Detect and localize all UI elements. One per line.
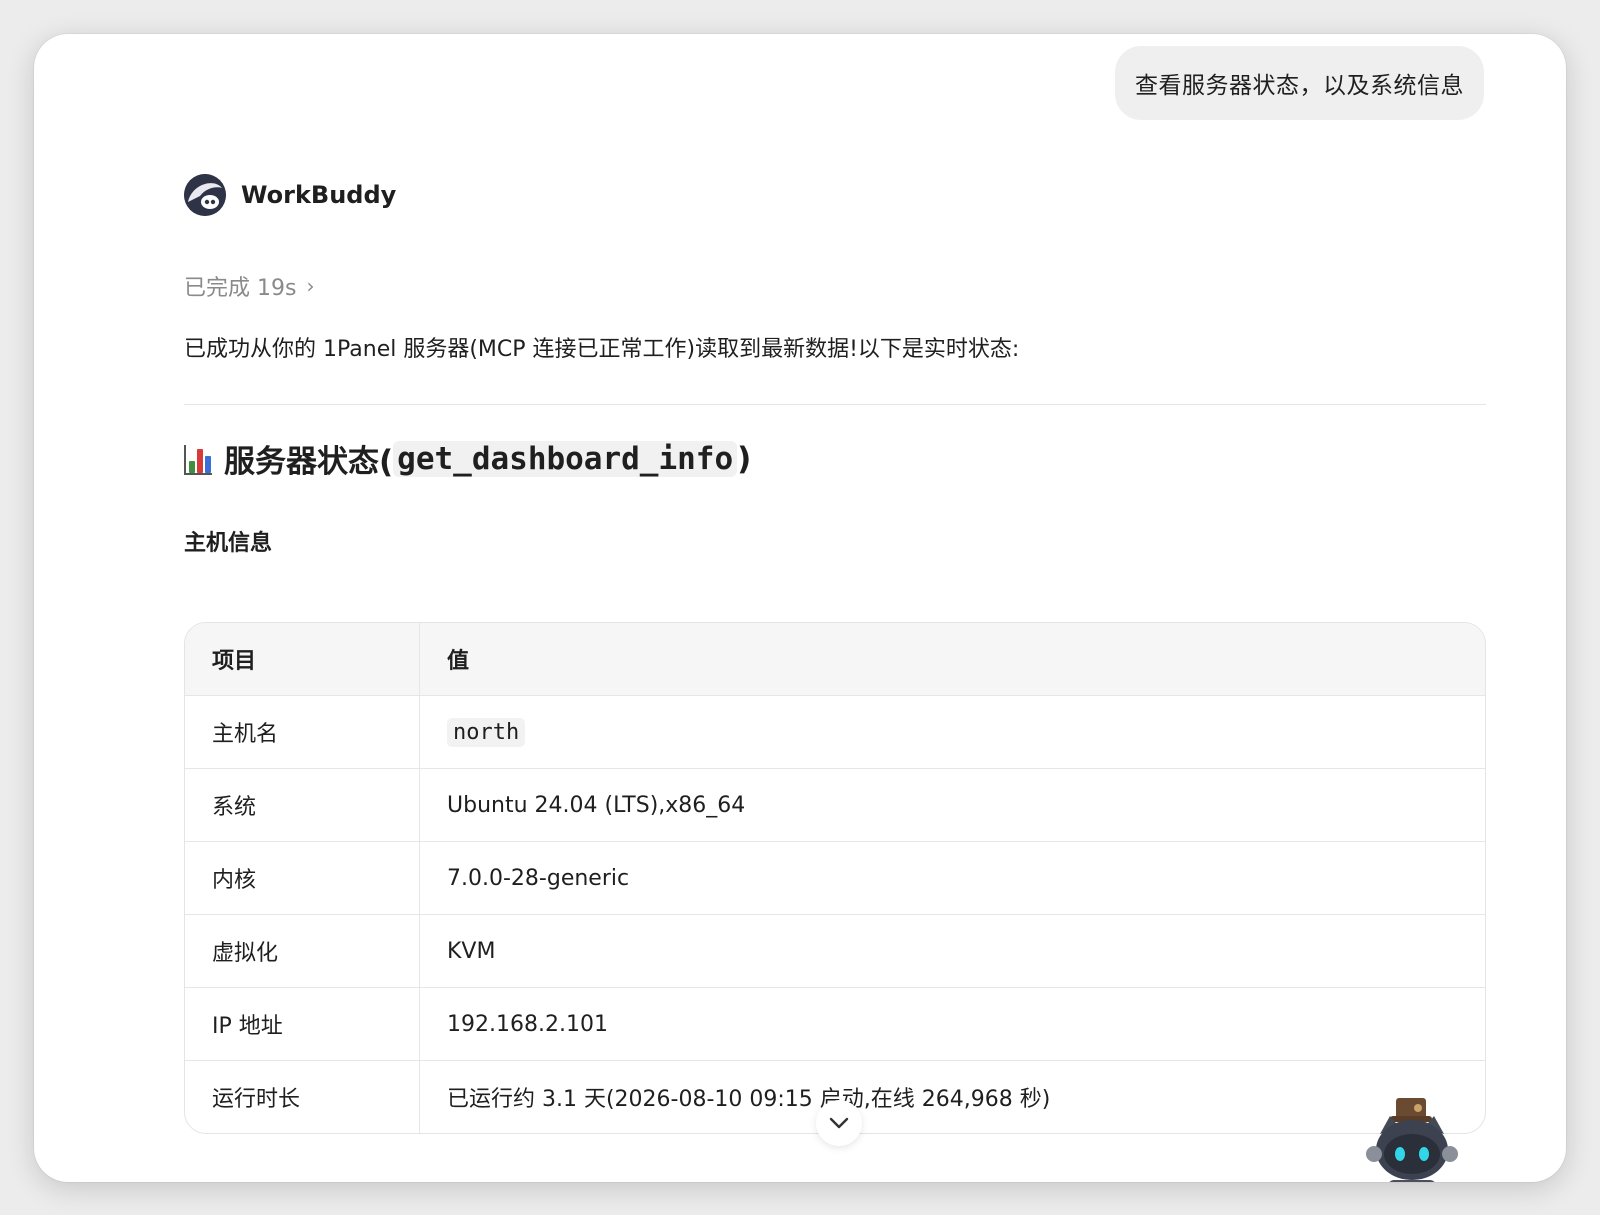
row-value: Ubuntu 24.04 (LTS),x86_64 <box>419 768 1485 842</box>
row-value: 7.0.0-28-generic <box>419 841 1485 915</box>
row-label: IP 地址 <box>185 987 420 1061</box>
section-title-code: get_dashboard_info <box>393 440 738 477</box>
table-row: IP 地址 192.168.2.101 <box>185 987 1485 1061</box>
row-value: 已运行约 3.1 天(2026-08-10 09:15 启动,在线 264,96… <box>447 1087 1051 1112</box>
completion-status: 已完成 19s <box>184 276 297 301</box>
row-label: 主机名 <box>185 695 420 769</box>
agent-avatar <box>184 174 226 216</box>
section-title-suffix: ) <box>737 440 752 477</box>
table-row: 主机名 north <box>185 695 1485 769</box>
bar-chart-icon <box>184 443 214 475</box>
section-title-prefix: 服务器状态( <box>224 444 394 480</box>
scroll-to-bottom-button[interactable] <box>816 1100 862 1146</box>
column-header-value: 值 <box>419 623 1485 696</box>
user-message-text: 查看服务器状态，以及系统信息 <box>1135 73 1464 99</box>
mascot-robot-icon[interactable] <box>1360 1094 1464 1182</box>
section-heading: 服务器状态(get_dashboard_info) <box>184 436 751 481</box>
hostname-code: north <box>447 717 526 747</box>
table-row: 内核 7.0.0-28-generic <box>185 841 1485 915</box>
row-label: 内核 <box>185 841 420 915</box>
row-label: 系统 <box>185 768 420 842</box>
user-message-bubble: 查看服务器状态，以及系统信息 <box>1115 46 1484 120</box>
table-row: 系统 Ubuntu 24.04 (LTS),x86_64 <box>185 768 1485 842</box>
row-value: KVM <box>419 914 1485 988</box>
row-label: 运行时长 <box>185 1060 420 1133</box>
chevron-down-icon <box>829 1117 849 1129</box>
row-label: 虚拟化 <box>185 914 420 988</box>
thinking-status-toggle[interactable]: 已完成 19s › <box>184 270 314 302</box>
column-header-item: 项目 <box>185 623 420 696</box>
chat-window: 查看服务器状态，以及系统信息 WorkBuddy 已完成 19s › 已成功从你… <box>34 34 1566 1182</box>
section-divider <box>184 404 1486 405</box>
table-row: 虚拟化 KVM <box>185 914 1485 988</box>
agent-name: WorkBuddy <box>241 181 397 209</box>
row-value: north <box>419 695 1485 769</box>
agent-header: WorkBuddy <box>184 174 396 216</box>
subsection-heading: 主机信息 <box>184 531 273 556</box>
chevron-right-icon: › <box>306 274 315 298</box>
table-header-row: 项目 值 <box>185 623 1485 696</box>
row-value: 192.168.2.101 <box>419 987 1485 1061</box>
response-intro: 已成功从你的 1Panel 服务器(MCP 连接已正常工作)读取到最新数据!以下… <box>184 337 1020 362</box>
host-info-table: 项目 值 主机名 north 系统 Ubuntu 24.04 (LTS),x86… <box>184 622 1486 1134</box>
